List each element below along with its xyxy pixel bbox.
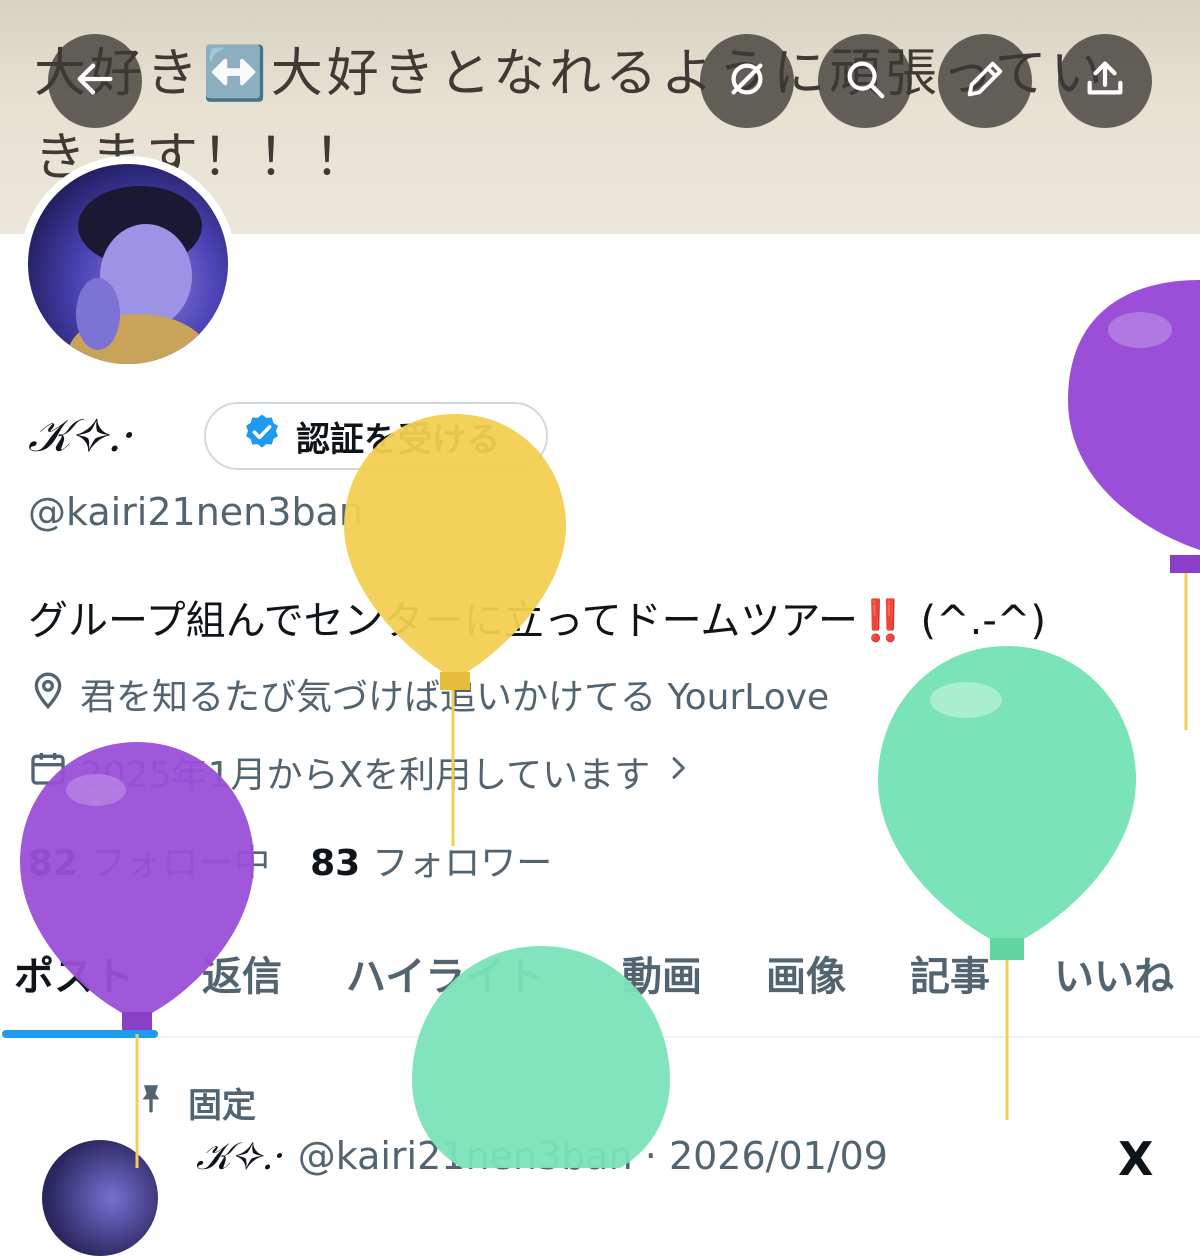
profile-avatar[interactable] <box>28 164 228 364</box>
x-logo-icon: X <box>1118 1132 1154 1186</box>
tab-highlights[interactable]: ハイライト <box>346 944 545 1002</box>
tab-videos[interactable]: 動画 <box>622 944 702 1002</box>
grok-button[interactable] <box>700 34 794 128</box>
profile-handle: @kairi21nen3ban <box>28 490 363 534</box>
following-count: 82 <box>28 843 79 884</box>
edit-pencil-icon <box>962 56 1008 106</box>
following-link[interactable]: 82 フォロー中 <box>28 834 270 886</box>
followers-count: 83 <box>310 843 361 884</box>
pinned-indicator: 固定 <box>134 1078 256 1127</box>
bio-suffix: (^.-^) <box>907 598 1046 644</box>
calendar-icon <box>28 748 68 797</box>
back-arrow-icon <box>72 56 118 106</box>
avatar-photo <box>68 186 208 364</box>
active-tab-indicator <box>2 1030 158 1038</box>
profile-location: 君を知るたび気づけば追いかけてる YourLove <box>28 668 829 720</box>
tab-photos[interactable]: 画像 <box>766 944 846 1002</box>
pinned-label: 固定 <box>188 1086 256 1126</box>
bio-emoji: ‼️ <box>858 598 908 644</box>
back-button[interactable] <box>48 34 142 128</box>
profile-tabs: ポスト 返信 ハイライト 動画 画像 記事 いいね <box>0 940 1200 1038</box>
grok-icon <box>724 56 770 106</box>
post-author-avatar[interactable] <box>42 1140 158 1256</box>
verified-badge-icon <box>242 412 282 461</box>
bio-text: グループ組んでセンターに立ってドームツアー <box>28 598 858 644</box>
joined-text: 2025年1月からXを利用しています <box>80 755 651 796</box>
display-name: 𝒦✧.· <box>28 408 137 462</box>
search-icon <box>842 56 888 106</box>
post-author-name[interactable]: 𝒦✧.· <box>196 1134 286 1178</box>
get-verified-button[interactable]: 認証を受ける <box>204 402 548 470</box>
location-text: 君を知るたび気づけば追いかけてる YourLove <box>80 677 830 718</box>
post-author-handle[interactable]: @kairi21nen3ban <box>298 1134 633 1178</box>
search-button[interactable] <box>818 34 912 128</box>
post-separator: · <box>644 1134 657 1178</box>
get-verified-label: 認証を受ける <box>296 419 500 460</box>
profile-joined[interactable]: 2025年1月からXを利用しています <box>28 746 694 798</box>
pin-icon <box>134 1081 168 1124</box>
share-button[interactable] <box>1058 34 1152 128</box>
location-pin-icon <box>28 670 68 719</box>
chevron-right-icon <box>662 752 694 793</box>
tab-articles[interactable]: 記事 <box>910 944 990 1002</box>
post-date[interactable]: 2026/01/09 <box>669 1134 888 1178</box>
following-label: フォロー中 <box>90 843 271 884</box>
tab-posts[interactable]: ポスト <box>14 944 134 1002</box>
edit-button[interactable] <box>938 34 1032 128</box>
follow-stats: 82 フォロー中 83 フォロワー <box>28 834 552 886</box>
profile-bio: グループ組んでセンターに立ってドームツアー‼️ (^.-^) <box>28 588 1046 646</box>
tab-replies[interactable]: 返信 <box>202 944 282 1002</box>
followers-link[interactable]: 83 フォロワー <box>310 834 552 886</box>
tab-likes[interactable]: いいね <box>1054 944 1174 1002</box>
followers-label: フォロワー <box>372 843 553 884</box>
post-header: 𝒦✧.· @kairi21nen3ban · 2026/01/09 <box>196 1134 888 1179</box>
share-upload-icon <box>1082 56 1128 106</box>
balloon-purple-right <box>1068 280 1200 730</box>
balloon-green-right <box>878 646 1136 1120</box>
